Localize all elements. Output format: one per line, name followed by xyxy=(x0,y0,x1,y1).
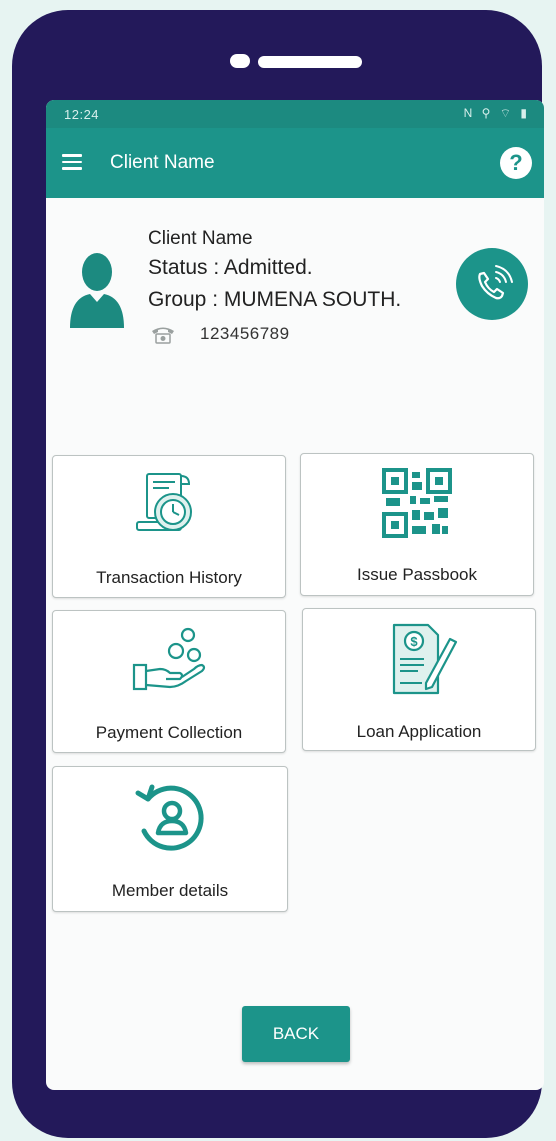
transaction-history-label: Transaction History xyxy=(96,568,242,587)
loan-application-icon: $ xyxy=(392,623,458,695)
phone-call-icon xyxy=(478,265,513,300)
payment-collection-tile[interactable]: Payment Collection xyxy=(52,610,286,753)
call-button[interactable] xyxy=(456,248,528,320)
qr-code-icon xyxy=(382,468,452,538)
app-bar: Client Name ? xyxy=(46,128,544,198)
status-icons: N ⚲ ⌔ ▮ xyxy=(463,106,530,120)
client-status: Status : Admitted. xyxy=(148,256,313,279)
status-time: 12:24 xyxy=(64,107,100,122)
menu-icon[interactable] xyxy=(62,154,82,170)
page-title: Client Name xyxy=(110,152,215,173)
payment-collection-label: Payment Collection xyxy=(95,723,243,742)
avatar-icon xyxy=(70,253,124,328)
payment-collection-icon xyxy=(132,627,206,691)
client-name: Client Name xyxy=(148,228,253,249)
issue-passbook-tile[interactable]: Issue Passbook xyxy=(300,453,534,596)
transaction-history-icon xyxy=(136,473,192,531)
member-details-tile[interactable]: Member details xyxy=(52,766,288,912)
svg-text:$: $ xyxy=(410,634,418,649)
telephone-icon xyxy=(152,327,174,344)
transaction-history-tile[interactable]: Transaction History xyxy=(52,455,286,598)
phone-frame: 12:24 N ⚲ ⌔ ▮ Client Name ? Client Name … xyxy=(12,10,544,1138)
status-bar: 12:24 N ⚲ ⌔ ▮ xyxy=(46,100,544,128)
loan-application-tile[interactable]: $ Loan Application xyxy=(302,608,536,751)
member-details-icon xyxy=(135,784,204,851)
loan-application-label: Loan Application xyxy=(356,722,482,741)
client-phone-number: 123456789 xyxy=(200,324,290,343)
back-button[interactable]: BACK xyxy=(242,1006,350,1062)
app-screen: 12:24 N ⚲ ⌔ ▮ Client Name ? Client Name … xyxy=(46,100,544,1090)
issue-passbook-label: Issue Passbook xyxy=(356,565,477,584)
help-icon[interactable]: ? xyxy=(500,147,532,179)
member-details-label: Member details xyxy=(111,881,229,900)
phone-camera xyxy=(230,54,250,68)
phone-speaker xyxy=(258,56,362,68)
client-group: Group : MUMENA SOUTH. xyxy=(148,288,402,311)
